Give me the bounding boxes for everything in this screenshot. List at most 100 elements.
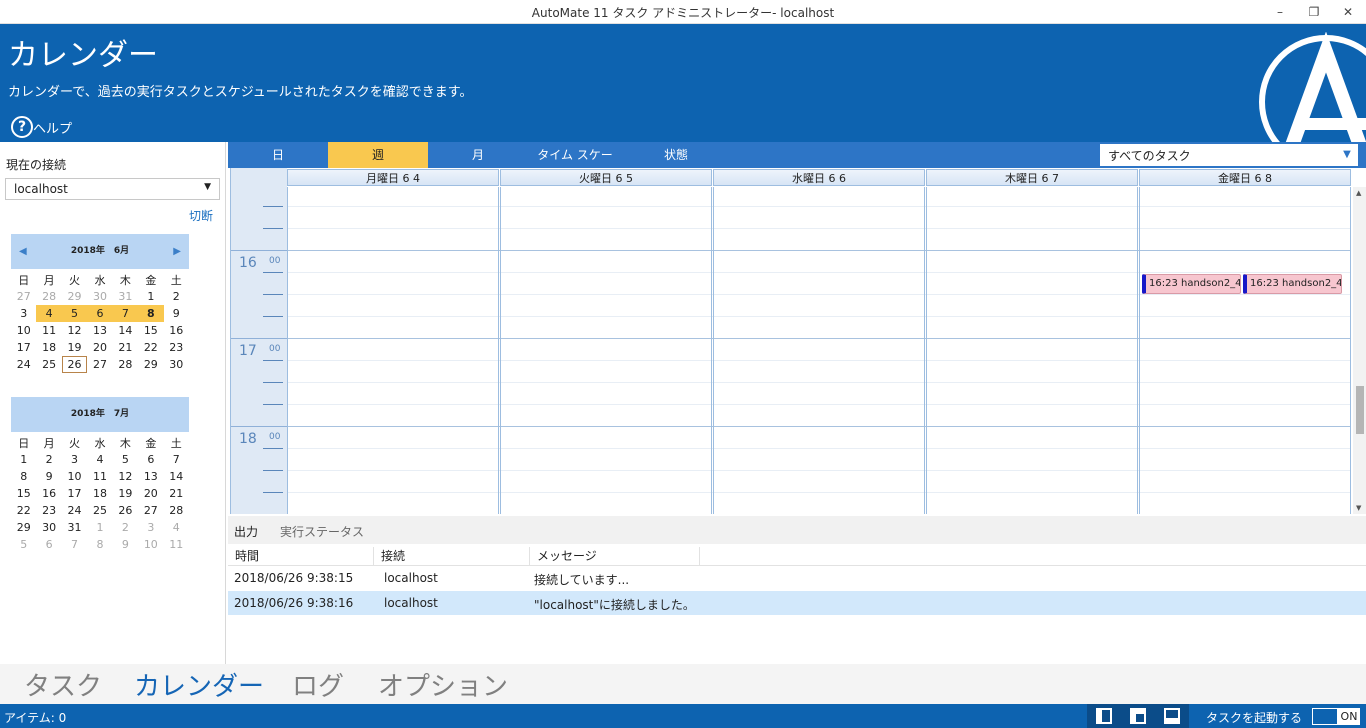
column-header-time[interactable]: 時間	[228, 547, 374, 565]
calendar-day[interactable]: 18	[36, 339, 61, 356]
calendar-day[interactable]: 28	[36, 288, 61, 305]
calendar-day[interactable]: 22	[138, 339, 163, 356]
calendar-day[interactable]: 1	[87, 519, 112, 536]
tab-day[interactable]: 日	[228, 142, 328, 168]
nav-calendar[interactable]: カレンダー	[134, 666, 264, 703]
calendar-day-selected[interactable]: 6	[87, 305, 113, 322]
calendar-day[interactable]: 24	[62, 502, 87, 519]
calendar-day[interactable]: 22	[11, 502, 36, 519]
calendar-day[interactable]: 7	[164, 451, 189, 468]
disconnect-link[interactable]: 切断	[189, 207, 213, 224]
calendar-day[interactable]: 3	[11, 305, 36, 322]
appointment[interactable]: 16:23 handson2_4	[1243, 274, 1342, 294]
calendar-day[interactable]: 11	[164, 536, 189, 553]
calendar-day[interactable]: 1	[138, 288, 163, 305]
nav-tasks[interactable]: タスク	[24, 666, 102, 703]
scroll-down-icon[interactable]: ▼	[1356, 504, 1361, 512]
calendar-day[interactable]: 13	[87, 322, 112, 339]
calendar-day[interactable]: 12	[62, 322, 87, 339]
scroll-up-icon[interactable]: ▲	[1356, 189, 1361, 197]
day-column-wed[interactable]	[713, 187, 925, 514]
calendar-day[interactable]: 27	[87, 356, 112, 373]
day-header[interactable]: 木曜日 6 7	[926, 169, 1138, 186]
calendar-day[interactable]: 23	[36, 502, 61, 519]
calendar-day[interactable]: 3	[138, 519, 163, 536]
calendar-day[interactable]: 11	[87, 468, 112, 485]
help-button[interactable]: ? ヘルプ	[11, 116, 72, 138]
calendar-day[interactable]: 28	[164, 502, 189, 519]
calendar-day[interactable]: 6	[36, 536, 61, 553]
calendar-day[interactable]: 3	[62, 451, 87, 468]
calendar-day[interactable]: 2	[36, 451, 61, 468]
tab-output[interactable]: 出力	[234, 523, 258, 540]
close-icon[interactable]: ✕	[1333, 2, 1363, 22]
calendar-day[interactable]: 21	[113, 339, 138, 356]
layout-split-icon[interactable]	[1121, 704, 1155, 728]
day-header[interactable]: 金曜日 6 8	[1139, 169, 1351, 186]
calendar-day[interactable]: 14	[113, 322, 138, 339]
calendar-day[interactable]: 31	[62, 519, 87, 536]
calendar-day[interactable]: 2	[113, 519, 138, 536]
tab-status[interactable]: 状態	[626, 142, 726, 168]
calendar-day-selected[interactable]: 7	[112, 305, 139, 322]
calendar-day[interactable]: 30	[87, 288, 112, 305]
calendar-day[interactable]: 21	[164, 485, 189, 502]
calendar-day[interactable]: 30	[36, 519, 61, 536]
day-header[interactable]: 火曜日 6 5	[500, 169, 712, 186]
calendar-day[interactable]: 27	[138, 502, 163, 519]
day-column-thu[interactable]	[926, 187, 1138, 514]
calendar-day[interactable]: 12	[113, 468, 138, 485]
calendar-day[interactable]: 10	[11, 322, 36, 339]
layout-left-panel-icon[interactable]	[1087, 704, 1121, 728]
scrollbar-thumb[interactable]	[1356, 386, 1364, 434]
calendar-day[interactable]: 8	[87, 536, 112, 553]
day-column-tue[interactable]	[500, 187, 712, 514]
calendar-day[interactable]: 26	[113, 502, 138, 519]
prev-month-icon[interactable]: ◀	[19, 234, 27, 269]
calendar-day[interactable]: 16	[36, 485, 61, 502]
tab-timescale[interactable]: タイム スケー	[528, 142, 622, 168]
calendar-day[interactable]: 25	[36, 356, 61, 373]
start-task-toggle[interactable]: ON	[1312, 708, 1360, 725]
calendar-day[interactable]: 11	[36, 322, 61, 339]
calendar-day[interactable]: 6	[138, 451, 163, 468]
table-row[interactable]: 2018/06/26 9:38:15 localhost 接続しています...	[228, 566, 1366, 590]
calendar-day[interactable]: 16	[164, 322, 189, 339]
restore-icon[interactable]: ❐	[1299, 2, 1329, 22]
calendar-day[interactable]: 13	[138, 468, 163, 485]
day-column-fri[interactable]	[1139, 187, 1351, 514]
layout-bottom-panel-icon[interactable]	[1155, 704, 1189, 728]
calendar-day[interactable]: 4	[87, 451, 112, 468]
calendar-scrollbar[interactable]: ▲ ▼	[1353, 187, 1366, 514]
calendar-day[interactable]: 17	[62, 485, 87, 502]
appointment[interactable]: 16:23 handson2_4	[1142, 274, 1241, 294]
task-filter-select[interactable]: すべてのタスク	[1100, 144, 1336, 166]
calendar-day[interactable]: 28	[113, 356, 138, 373]
calendar-day[interactable]: 20	[87, 339, 112, 356]
calendar-day[interactable]: 5	[11, 536, 36, 553]
minimize-icon[interactable]: –	[1265, 2, 1295, 22]
calendar-day[interactable]: 9	[164, 305, 189, 322]
calendar-day[interactable]: 18	[87, 485, 112, 502]
calendar-day[interactable]: 30	[164, 356, 189, 373]
chevron-down-icon[interactable]: ▼	[1336, 144, 1358, 166]
calendar-day[interactable]: 1	[11, 451, 36, 468]
calendar-day[interactable]: 4	[164, 519, 189, 536]
calendar-day-selected[interactable]: 5	[61, 305, 88, 322]
calendar-day[interactable]: 19	[113, 485, 138, 502]
calendar-day[interactable]: 10	[62, 468, 87, 485]
calendar-day[interactable]: 20	[138, 485, 163, 502]
calendar-day[interactable]: 25	[87, 502, 112, 519]
calendar-day-selected[interactable]: 8	[138, 305, 164, 322]
tab-month[interactable]: 月	[428, 142, 528, 168]
column-header-message[interactable]: メッセージ	[530, 547, 700, 565]
calendar-day[interactable]: 10	[138, 536, 163, 553]
calendar-day-today[interactable]: 26	[61, 356, 88, 373]
tab-week[interactable]: 週	[328, 142, 428, 168]
calendar-day[interactable]: 29	[138, 356, 163, 373]
calendar-day-selected[interactable]: 4	[36, 305, 62, 322]
next-month-icon[interactable]: ▶	[173, 234, 181, 269]
calendar-day[interactable]: 31	[113, 288, 138, 305]
calendar-day[interactable]: 29	[62, 288, 87, 305]
calendar-day[interactable]: 15	[138, 322, 163, 339]
